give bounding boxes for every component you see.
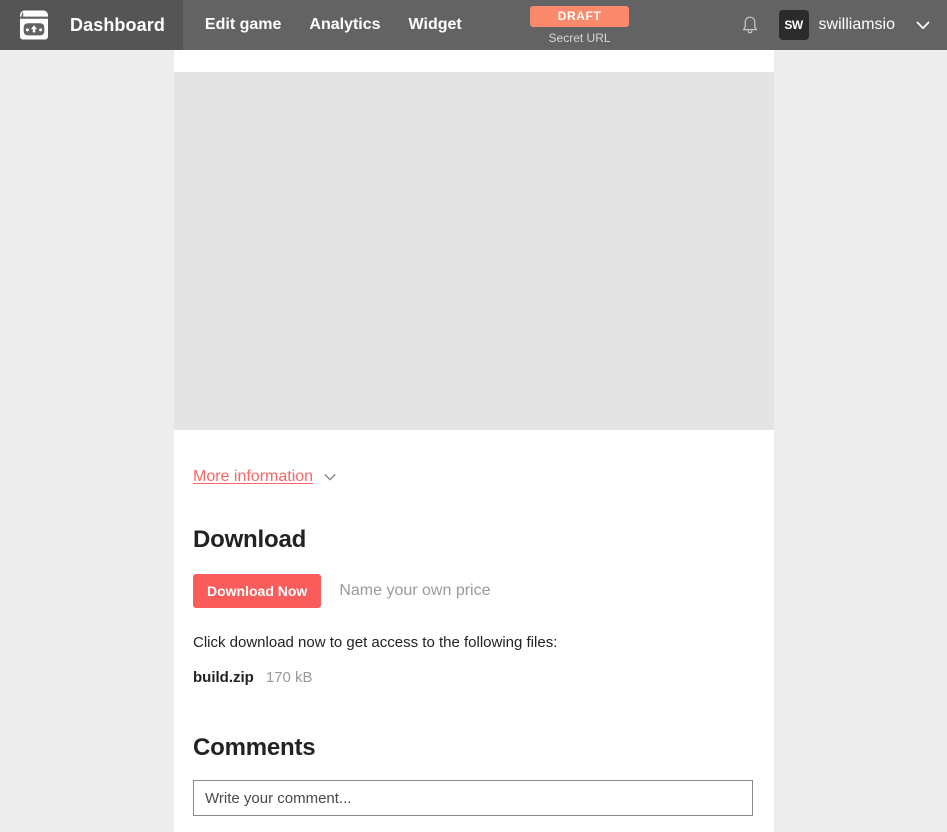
topbar-brand-section: Dashboard [0, 0, 183, 50]
game-page-content-column: More information Download Download Now N… [174, 50, 774, 832]
username-label[interactable]: swilliamsio [819, 16, 895, 34]
chevron-down-icon[interactable] [913, 15, 933, 35]
comments-section-title: Comments [193, 734, 316, 761]
file-size-label: 170 kB [265, 669, 313, 686]
nav-item-edit-game[interactable]: Edit game [205, 16, 281, 34]
secret-url-link[interactable]: Secret URL [549, 32, 611, 44]
more-information-label: More information [193, 468, 314, 485]
itchio-logo-icon[interactable] [14, 5, 54, 45]
top-navigation-bar: Dashboard Edit game Analytics Widget DRA… [0, 0, 947, 50]
content-inner: More information Download Download Now N… [174, 430, 774, 816]
page-body: More information Download Download Now N… [0, 50, 947, 832]
game-status-block: DRAFT Secret URL [529, 0, 630, 50]
nav-item-widget[interactable]: Widget [409, 16, 462, 34]
download-file-row: build.zip 170 kB [193, 669, 755, 686]
status-badge-draft[interactable]: DRAFT [529, 6, 630, 27]
download-now-button[interactable]: Download Now [193, 574, 322, 608]
bell-icon[interactable] [739, 14, 761, 36]
download-section-title: Download [193, 526, 307, 553]
nav-item-analytics[interactable]: Analytics [309, 16, 380, 34]
chevron-down-icon [322, 469, 338, 485]
file-name-label[interactable]: build.zip [193, 669, 254, 686]
comment-input[interactable]: Write your comment... [193, 780, 753, 816]
comment-input-placeholder: Write your comment... [205, 789, 352, 807]
dashboard-link[interactable]: Dashboard [70, 15, 165, 36]
download-action-row: Download Now Name your own price [193, 574, 755, 608]
more-information-toggle[interactable]: More information [193, 468, 338, 486]
topbar-nav-links: Edit game Analytics Widget DRAFT Secret … [183, 0, 630, 50]
download-hint-text: Click download now to get access to the … [193, 634, 558, 651]
game-media-placeholder [174, 72, 774, 430]
avatar[interactable]: SW [778, 10, 809, 40]
topbar-user-section: SW swilliamsio [739, 0, 947, 50]
price-note-label: Name your own price [339, 582, 491, 599]
